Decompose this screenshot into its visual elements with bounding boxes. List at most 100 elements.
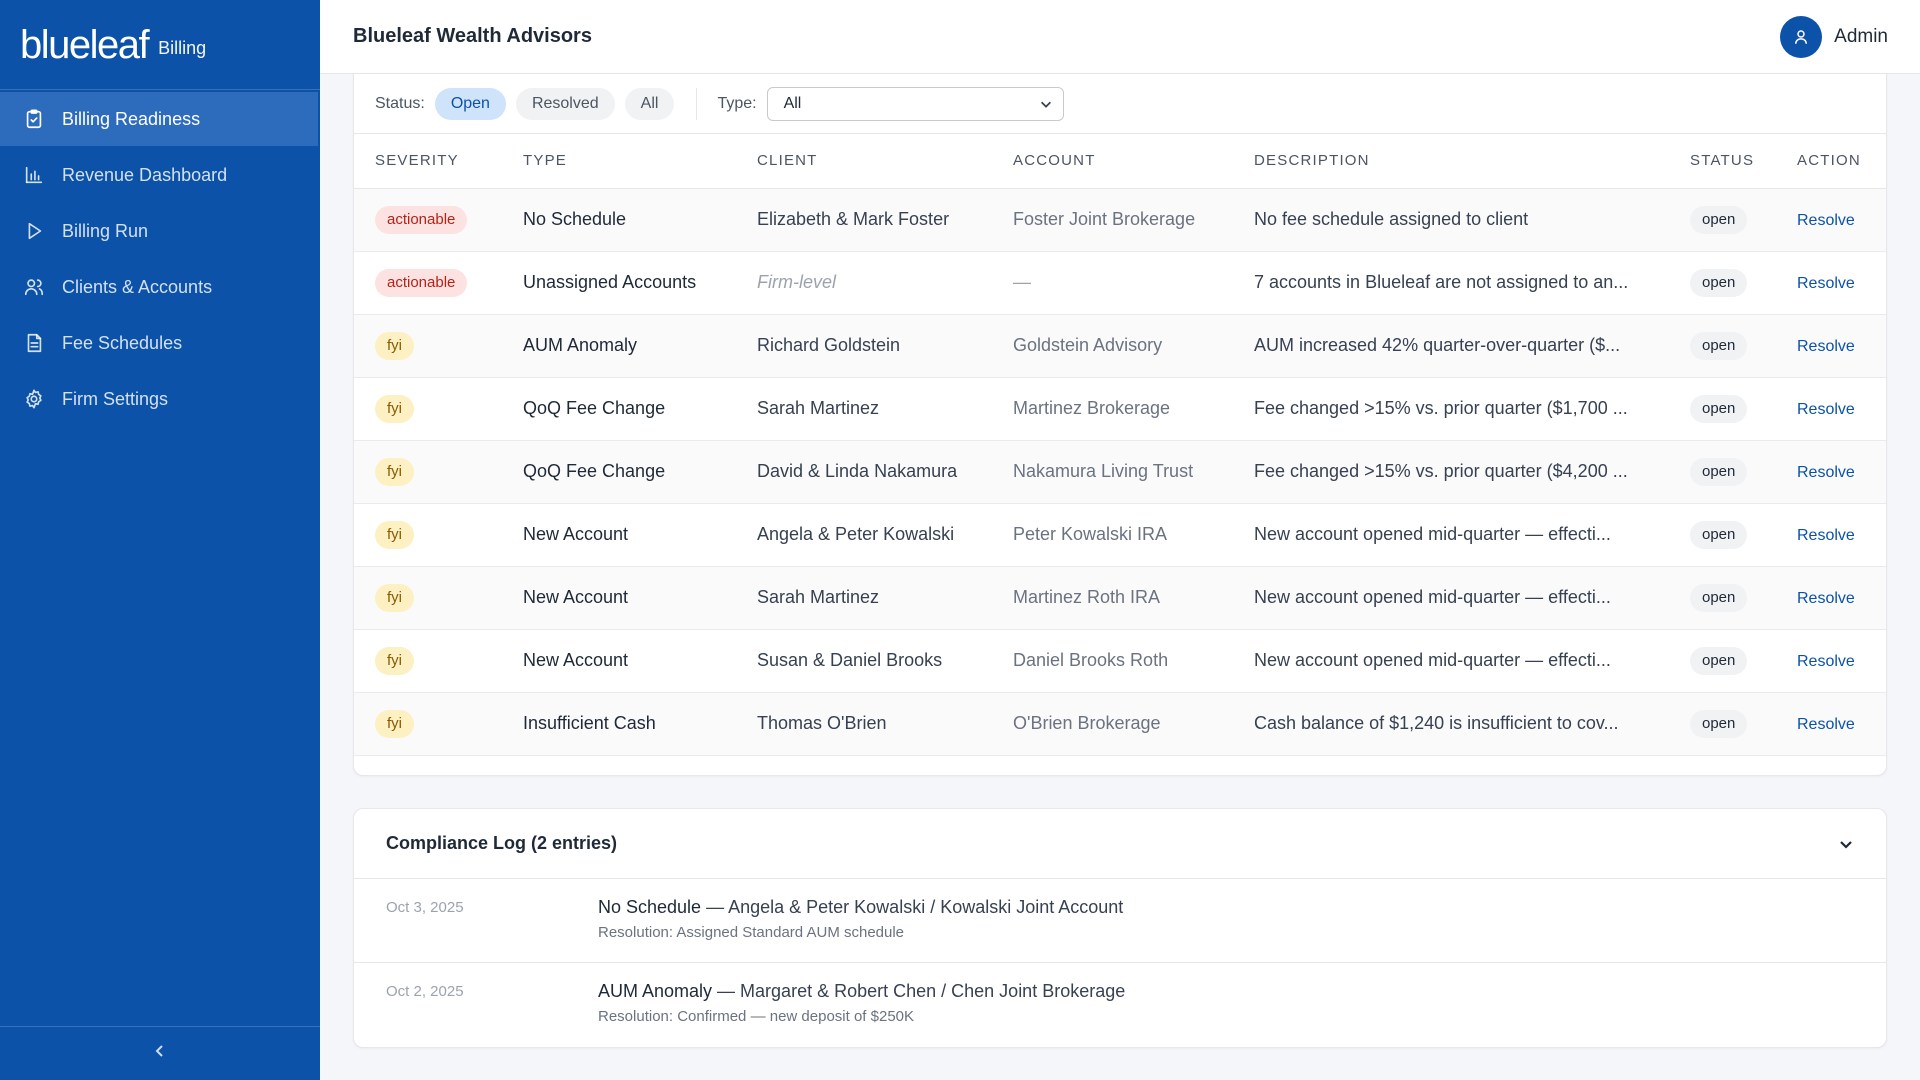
compliance-log-entry: Oct 2, 2025 AUM Anomaly — Margaret & Rob… (354, 963, 1886, 1047)
status-filter-open[interactable]: Open (434, 87, 506, 120)
severity-cell: fyi (354, 566, 502, 630)
client-cell: Firm-level (736, 251, 992, 315)
status-badge: open (1690, 520, 1748, 549)
sidebar-item-label: Revenue Dashboard (62, 164, 228, 185)
status-badge: open (1690, 394, 1748, 423)
sidebar-item-firm-settings[interactable]: Firm Settings (0, 372, 320, 426)
top-header: Blueleaf Wealth Advisors Admin (320, 0, 1920, 74)
type-cell: QoQ Fee Change (502, 440, 736, 504)
client-cell: Sarah Martinez (736, 377, 992, 441)
status-cell: open (1669, 503, 1776, 567)
table-row: fyi AUM Anomaly Richard Goldstein Goldstein… (354, 314, 1886, 378)
resolve-button[interactable]: Resolve (1797, 716, 1855, 733)
action-cell: Resolve (1776, 566, 1886, 630)
compliance-log-header[interactable]: Compliance Log (2 entries) (354, 809, 1886, 879)
type-select[interactable]: All (766, 86, 1064, 121)
type-cell: QoQ Fee Change (502, 377, 736, 441)
account-cell: Nakamura Living Trust (992, 440, 1233, 504)
description-cell: Fee changed >15% vs. prior quarter ($4,2… (1233, 440, 1669, 504)
action-cell: Resolve (1776, 188, 1886, 252)
brand-subtitle: Billing (158, 38, 207, 58)
client-cell: Susan & Daniel Brooks (736, 629, 992, 693)
log-resolution: Resolution: Confirmed — new deposit of $… (598, 1008, 915, 1025)
resolve-button[interactable]: Resolve (1797, 590, 1855, 607)
clipboard-check-icon (22, 107, 46, 131)
severity-badge: fyi (375, 646, 414, 675)
resolve-button[interactable]: Resolve (1797, 527, 1855, 544)
severity-badge: fyi (375, 331, 414, 360)
sidebar-nav: Billing Readiness Revenue Dashboard Bill… (0, 92, 320, 426)
description-cell: New account opened mid-quarter — effecti… (1233, 629, 1669, 693)
bar-chart-icon (22, 163, 46, 187)
status-badge: open (1690, 457, 1748, 486)
client-cell: Elizabeth & Mark Foster (736, 188, 992, 252)
table-header-row: SEVERITY TYPE CLIENT ACCOUNT DESCRIPTION… (354, 134, 1886, 189)
brand[interactable]: blueleaf Billing (0, 0, 320, 90)
status-filter-all[interactable]: All (624, 87, 675, 120)
column-header-description[interactable]: DESCRIPTION (1233, 134, 1669, 189)
users-icon (22, 275, 46, 299)
account-cell: Goldstein Advisory (992, 314, 1233, 378)
log-date: Oct 3, 2025 (386, 899, 464, 916)
resolve-button[interactable]: Resolve (1797, 653, 1855, 670)
column-header-action[interactable]: ACTION (1776, 134, 1886, 189)
type-cell: New Account (502, 503, 736, 567)
table-row: fyi QoQ Fee Change David & Linda Nakamura N… (354, 440, 1886, 504)
log-type: No Schedule (598, 897, 702, 917)
status-filter-resolved[interactable]: Resolved (515, 87, 615, 120)
table-row: fyi New Account Sarah Martinez Martinez Rot… (354, 566, 1886, 630)
sidebar-item-label: Clients & Accounts (62, 276, 213, 297)
user-menu[interactable]: Admin (1780, 15, 1888, 58)
status-cell: open (1669, 188, 1776, 252)
page-title: Blueleaf Wealth Advisors (353, 25, 592, 47)
type-filter-label: Type: (717, 94, 757, 112)
log-summary: No Schedule — Angela & Peter Kowalski / … (598, 897, 1123, 918)
avatar[interactable] (1780, 15, 1823, 58)
account-cell: Daniel Brooks Roth (992, 629, 1233, 693)
type-cell: Unassigned Accounts (502, 251, 736, 315)
sidebar-item-fee-schedules[interactable]: Fee Schedules (0, 316, 320, 370)
description-cell: Cash balance of $1,240 is insufficient t… (1233, 692, 1669, 756)
action-cell: Resolve (1776, 377, 1886, 441)
resolve-button[interactable]: Resolve (1797, 275, 1855, 292)
status-badge: open (1690, 205, 1748, 234)
column-header-status[interactable]: STATUS (1669, 134, 1776, 189)
sidebar-item-billing-readiness[interactable]: Billing Readiness (0, 92, 318, 146)
account-cell: Foster Joint Brokerage (992, 188, 1233, 252)
severity-cell: fyi (354, 314, 502, 378)
description-cell: New account opened mid-quarter — effecti… (1233, 566, 1669, 630)
chevron-left-icon[interactable] (152, 1043, 168, 1064)
severity-badge: actionable (375, 205, 468, 234)
severity-cell: fyi (354, 440, 502, 504)
sidebar-item-clients-accounts[interactable]: Clients & Accounts (0, 260, 320, 314)
chevron-down-icon (1040, 101, 1051, 108)
client-cell: David & Linda Nakamura (736, 440, 992, 504)
status-cell: open (1669, 692, 1776, 756)
severity-cell: fyi (354, 503, 502, 567)
log-summary: AUM Anomaly — Margaret & Robert Chen / C… (598, 981, 1125, 1002)
resolve-button[interactable]: Resolve (1797, 401, 1855, 418)
column-header-type[interactable]: TYPE (502, 134, 736, 189)
account-cell: Peter Kowalski IRA (992, 503, 1233, 567)
column-header-client[interactable]: CLIENT (736, 134, 992, 189)
resolve-button[interactable]: Resolve (1797, 212, 1855, 229)
status-badge: open (1690, 709, 1748, 738)
account-cell: O'Brien Brokerage (992, 692, 1233, 756)
severity-badge: fyi (375, 520, 414, 549)
sidebar-item-billing-run[interactable]: Billing Run (0, 204, 320, 258)
table-row: fyi New Account Susan & Daniel Brooks Danie… (354, 629, 1886, 693)
column-header-account[interactable]: ACCOUNT (992, 134, 1233, 189)
column-header-severity[interactable]: SEVERITY (354, 134, 502, 189)
account-cell: — (992, 251, 1233, 315)
type-cell: No Schedule (502, 188, 736, 252)
filter-bar: Status: Open Resolved All Type: All (354, 74, 1886, 134)
type-cell: Insufficient Cash (502, 692, 736, 756)
resolve-button[interactable]: Resolve (1797, 338, 1855, 355)
chevron-down-icon[interactable] (1838, 836, 1854, 852)
action-cell: Resolve (1776, 629, 1886, 693)
sidebar-item-revenue-dashboard[interactable]: Revenue Dashboard (0, 148, 320, 202)
type-cell: New Account (502, 566, 736, 630)
resolve-button[interactable]: Resolve (1797, 464, 1855, 481)
client-cell: Thomas O'Brien (736, 692, 992, 756)
compliance-log-card: Compliance Log (2 entries) Oct 3, 2025 N… (353, 808, 1887, 1048)
